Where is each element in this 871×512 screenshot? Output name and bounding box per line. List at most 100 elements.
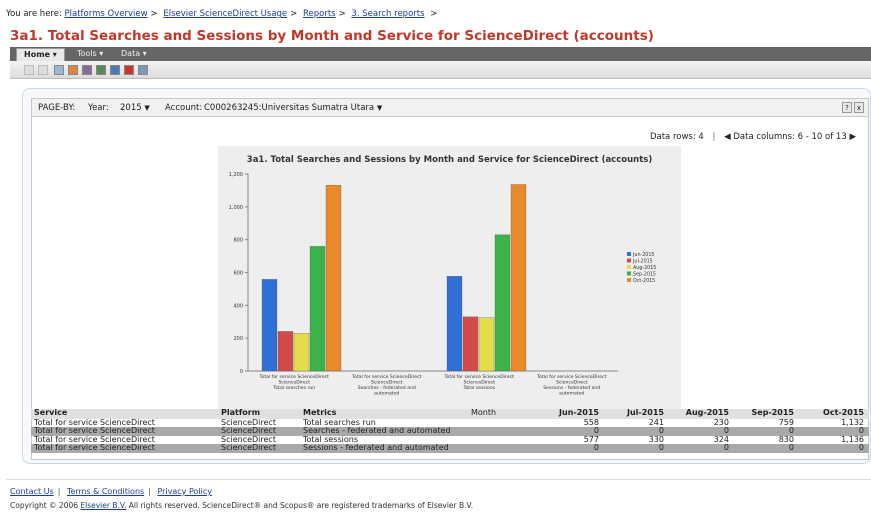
legend-swatch bbox=[627, 265, 631, 269]
x-tick-label: ScienceDirect bbox=[371, 380, 403, 386]
legend-swatch bbox=[627, 278, 631, 282]
table-header-row: Service Platform Metrics Month Jun-2015 … bbox=[31, 408, 869, 419]
next-columns-icon[interactable]: ▶ bbox=[849, 132, 856, 142]
pdf-icon[interactable] bbox=[124, 65, 134, 75]
page-by-bar: PAGE-BY: Year: 2015 ▼ Account: C00026324… bbox=[32, 99, 868, 117]
bar-jul-2015 bbox=[462, 316, 479, 372]
legend-swatch bbox=[627, 258, 631, 263]
grid-chart-icon[interactable] bbox=[82, 65, 92, 75]
x-tick-label: ScienceDirect bbox=[278, 380, 310, 386]
y-tick-label: 1,200 bbox=[229, 172, 243, 178]
page-title: 3a1. Total Searches and Sessions by Mont… bbox=[10, 28, 654, 44]
data-columns-range: Data columns: 6 - 10 of 13 bbox=[733, 132, 847, 142]
copyright-pre: Copyright © 2006 bbox=[10, 501, 81, 510]
legend-swatch bbox=[627, 271, 631, 276]
help-button[interactable]: ? bbox=[842, 102, 852, 113]
export-icon[interactable] bbox=[96, 65, 106, 75]
bar-aug-2015 bbox=[478, 317, 495, 372]
bar-sep-2015 bbox=[309, 246, 326, 372]
breadcrumb-link-reports[interactable]: Reports bbox=[303, 9, 336, 19]
legend-label: Jun-2015 bbox=[632, 252, 654, 258]
menu-data[interactable]: Data ▾ bbox=[114, 48, 154, 61]
grid-icon[interactable] bbox=[54, 65, 64, 75]
x-tick-label: Searches - federated and bbox=[358, 385, 416, 391]
undo-icon[interactable] bbox=[24, 65, 34, 75]
bar-jun-2015 bbox=[261, 279, 278, 372]
data-rows-separator: | bbox=[712, 132, 716, 142]
copyright: Copyright © 2006 Elsevier B.V. All right… bbox=[10, 501, 473, 510]
excel-icon[interactable] bbox=[110, 65, 120, 75]
x-tick-label: Total for service ScienceDirect bbox=[259, 374, 330, 380]
footer-link-terms[interactable]: Terms & Conditions bbox=[67, 487, 144, 496]
cell-value: 0 bbox=[723, 443, 729, 452]
cell-value: 830 bbox=[778, 434, 794, 444]
x-tick-label: Total searches run bbox=[272, 385, 315, 391]
toolbar bbox=[10, 61, 871, 79]
header-metrics: Metrics bbox=[303, 408, 337, 417]
footer-link-contact[interactable]: Contact Us bbox=[10, 487, 54, 496]
chevron-down-icon: ▼ bbox=[376, 104, 383, 112]
print-icon[interactable] bbox=[138, 65, 148, 75]
breadcrumb: You are here: Platforms Overview > Elsevi… bbox=[6, 9, 438, 19]
header-jul-2015: Jul-2015 bbox=[627, 408, 664, 417]
copyright-elsevier-link[interactable]: Elsevier B.V. bbox=[80, 501, 126, 510]
data-rows-count: Data rows: 4 bbox=[649, 132, 704, 142]
account-value: C000263245:Universitas Sumatra Utara bbox=[204, 103, 375, 113]
x-tick-label: ScienceDirect bbox=[463, 380, 495, 386]
cell-value: 577 bbox=[583, 434, 599, 444]
x-tick-label: Total for service ScienceDirect bbox=[351, 374, 422, 380]
year-value: 2015 bbox=[120, 103, 142, 113]
y-tick-label: 200 bbox=[233, 336, 243, 342]
breadcrumb-link-sciencedirect-usage[interactable]: Elsevier ScienceDirect Usage bbox=[163, 9, 287, 19]
page-by-label: PAGE-BY: bbox=[38, 103, 76, 113]
x-tick-label: Total for service ScienceDirect bbox=[444, 374, 515, 380]
cell-metric: Sessions - federated and automated bbox=[303, 443, 449, 452]
x-tick-label: Sessions - federated and bbox=[543, 385, 600, 391]
cell-value: 241 bbox=[648, 417, 664, 427]
chart-icon[interactable] bbox=[68, 65, 78, 75]
y-tick-label: 600 bbox=[233, 271, 243, 277]
y-tick-label: 800 bbox=[233, 238, 243, 244]
header-jun-2015: Jun-2015 bbox=[559, 408, 599, 417]
cell-value: 759 bbox=[778, 417, 794, 427]
header-platform: Platform bbox=[221, 408, 261, 417]
menu-home[interactable]: Home ▾ bbox=[16, 48, 65, 61]
legend-label: Oct-2015 bbox=[633, 278, 655, 284]
close-button[interactable]: x bbox=[854, 102, 864, 113]
chevron-down-icon: ▼ bbox=[144, 104, 150, 112]
bar-oct-2015 bbox=[510, 184, 527, 372]
cell-value: 230 bbox=[713, 417, 729, 427]
x-tick-label: Total for service ScienceDirect bbox=[536, 374, 607, 380]
cell-value: 558 bbox=[583, 417, 599, 427]
x-tick-label: automated bbox=[559, 391, 584, 397]
menu-bar: Home ▾ Tools ▾ Data ▾ bbox=[10, 47, 871, 61]
breadcrumb-link-search-reports[interactable]: 3. Search reports bbox=[351, 9, 424, 19]
bar-chart: 0 200 400 600 800 1,000 1,200 Total for service… bbox=[229, 172, 657, 397]
cell-value: 0 bbox=[658, 443, 664, 452]
header-aug-2015: Aug-2015 bbox=[685, 408, 729, 417]
cell-platform: ScienceDirect bbox=[221, 443, 276, 452]
legend-label: Aug-2015 bbox=[633, 265, 656, 271]
breadcrumb-trailing: > bbox=[430, 9, 438, 19]
header-oct-2015: Oct-2015 bbox=[823, 408, 864, 417]
legend-label: Sep-2015 bbox=[633, 272, 656, 278]
prev-columns-icon[interactable]: ◀ bbox=[724, 132, 731, 142]
footer-divider bbox=[6, 479, 871, 480]
breadcrumb-link-platforms-overview[interactable]: Platforms Overview bbox=[65, 9, 148, 19]
year-select[interactable]: 2015 ▼ bbox=[120, 103, 150, 113]
cell-value: 330 bbox=[648, 434, 664, 444]
table-row: Total for service ScienceDirect ScienceDi… bbox=[31, 426, 869, 436]
bar-jun-2015 bbox=[446, 276, 463, 372]
cell-value: 1,132 bbox=[841, 417, 864, 427]
bar-oct-2015 bbox=[325, 185, 342, 372]
redo-icon[interactable] bbox=[38, 65, 48, 75]
footer-links: Contact Us | Terms & Conditions | Privacy … bbox=[10, 487, 212, 496]
y-tick-label: 400 bbox=[233, 303, 243, 309]
y-tick-label: 0 bbox=[240, 369, 243, 375]
legend-label: Jul-2015 bbox=[632, 259, 653, 265]
footer-link-privacy[interactable]: Privacy Policy bbox=[157, 487, 212, 496]
menu-tools[interactable]: Tools ▾ bbox=[70, 48, 110, 61]
account-select[interactable]: C000263245:Universitas Sumatra Utara ▼ bbox=[204, 103, 382, 113]
cell-value: 0 bbox=[788, 443, 794, 452]
cell-value: 0 bbox=[593, 443, 599, 452]
